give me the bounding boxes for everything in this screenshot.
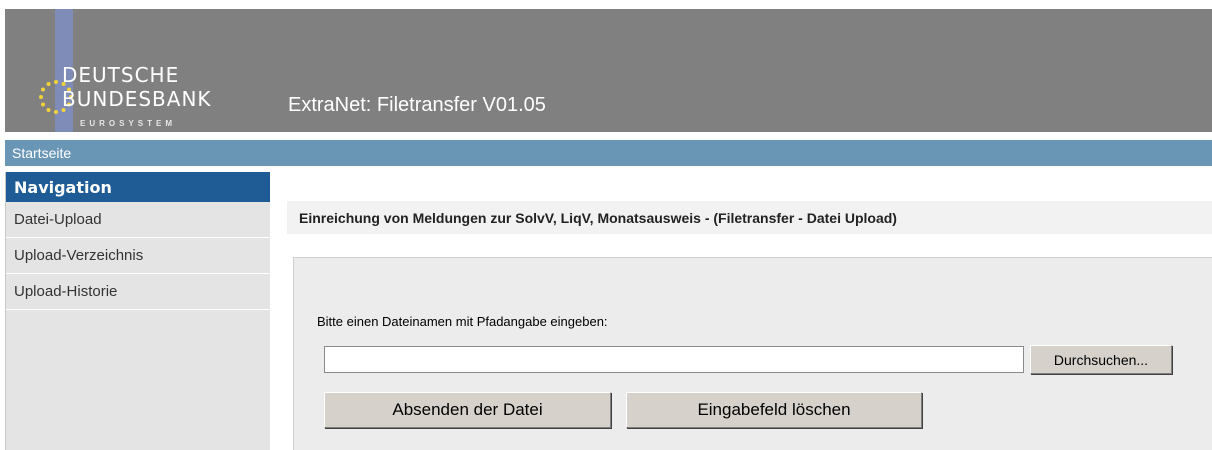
logo-text-eurosystem: EUROSYSTEM [80, 119, 177, 128]
eu-star [39, 95, 43, 99]
filename-prompt-label: Bitte einen Dateinamen mit Pfadangabe ei… [317, 314, 608, 329]
logo-text-deutsche: DEUTSCHE [62, 63, 180, 87]
home-link[interactable]: Startseite [12, 145, 71, 161]
clear-input-button[interactable]: Eingabefeld löschen [626, 392, 922, 428]
app-title: ExtraNet: Filetransfer V01.05 [288, 94, 546, 116]
eu-star [46, 82, 51, 87]
eu-star [54, 110, 58, 114]
sidebar-item-upload-historie[interactable]: Upload-Historie [6, 274, 270, 310]
submit-file-button[interactable]: Absenden der Datei [324, 392, 611, 428]
page-title: Einreichung von Meldungen zur SolvV, Liq… [287, 201, 1212, 234]
browse-button[interactable]: Durchsuchen... [1030, 345, 1172, 374]
header-banner: DEUTSCHE BUNDESBANK EUROSYSTEM ExtraNet:… [5, 9, 1212, 132]
sidebar-heading: Navigation [6, 172, 270, 202]
sidebar: Navigation Datei-Upload Upload-Verzeichn… [5, 172, 270, 450]
eu-star [41, 102, 46, 107]
eu-star [41, 87, 46, 92]
sidebar-item-datei-upload[interactable]: Datei-Upload [6, 202, 270, 238]
logo-text-bundesbank: BUNDESBANK [62, 87, 212, 111]
sidebar-item-upload-verzeichnis[interactable]: Upload-Verzeichnis [6, 238, 270, 274]
eu-star [54, 80, 58, 84]
upload-form-panel: Bitte einen Dateinamen mit Pfadangabe ei… [293, 257, 1212, 450]
file-path-input[interactable] [324, 346, 1024, 373]
eu-star [46, 107, 51, 112]
top-navigation-bar: Startseite [5, 140, 1212, 166]
